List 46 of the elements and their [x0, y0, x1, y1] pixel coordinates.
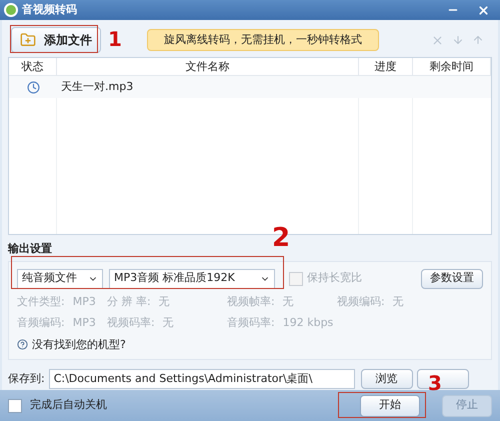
- column-header: 状态: [9, 58, 57, 76]
- column-header: 文件名称: [57, 58, 359, 76]
- move-down-icon[interactable]: [452, 34, 464, 46]
- preset-dropdown[interactable]: MP3音频 标准品质192K: [109, 268, 275, 289]
- save-path-field[interactable]: C:\Documents and Settings\Administrator\桌面\: [48, 369, 355, 390]
- checkbox-label: 保持长宽比: [307, 270, 362, 286]
- add-file-button[interactable]: 添加文件: [11, 27, 101, 54]
- info-label: 音频编码:: [17, 315, 65, 332]
- annotation-number: 1: [108, 28, 122, 50]
- browse-button[interactable]: 浏览: [360, 369, 413, 390]
- info-value: 192 kbps: [282, 315, 334, 332]
- move-up-icon[interactable]: [472, 34, 484, 46]
- app-icon: [4, 3, 18, 18]
- annotation-number: 2: [272, 224, 290, 252]
- window-title: 音视频转码: [22, 2, 77, 18]
- delete-icon[interactable]: [431, 34, 444, 47]
- info-label: 视频编码:: [337, 294, 385, 310]
- folder-button[interactable]: [416, 369, 469, 390]
- info-value: 无: [158, 294, 170, 310]
- info-label: 分 辨 率:: [107, 294, 151, 310]
- help-link[interactable]: 没有找到您的机型?: [32, 336, 126, 354]
- column-header: 进度: [359, 58, 413, 76]
- info-value: MP3: [72, 315, 96, 332]
- info-value: 无: [162, 315, 174, 332]
- checkbox-label: 完成后自动关机: [30, 397, 107, 414]
- info-label: 视频帧率:: [227, 294, 275, 310]
- folder-add-icon: [20, 32, 36, 48]
- help-icon: [17, 339, 28, 350]
- params-button[interactable]: 参数设置: [421, 268, 483, 289]
- info-value: 无: [392, 294, 404, 310]
- category-dropdown[interactable]: 纯音频文件: [17, 268, 103, 289]
- promo-banner: 旋风离线转码，无需挂机，一秒钟转格式: [147, 29, 379, 52]
- section-heading: 输出设置: [8, 241, 53, 258]
- column-header: 剩余时间: [413, 58, 491, 76]
- file-name: 天生一对.mp3: [60, 78, 134, 95]
- info-label: 视频码率:: [107, 315, 155, 332]
- info-value: MP3: [72, 294, 96, 310]
- info-label: 音频码率:: [227, 315, 275, 332]
- close-icon: [476, 4, 490, 17]
- info-value: 无: [282, 294, 294, 310]
- clock-icon: [26, 80, 40, 94]
- annotation-number: 3: [428, 372, 442, 394]
- save-label: 保存到:: [8, 370, 45, 387]
- checkbox[interactable]: [8, 398, 22, 413]
- start-button[interactable]: 开始: [360, 394, 420, 417]
- info-label: 文件类型:: [17, 294, 65, 310]
